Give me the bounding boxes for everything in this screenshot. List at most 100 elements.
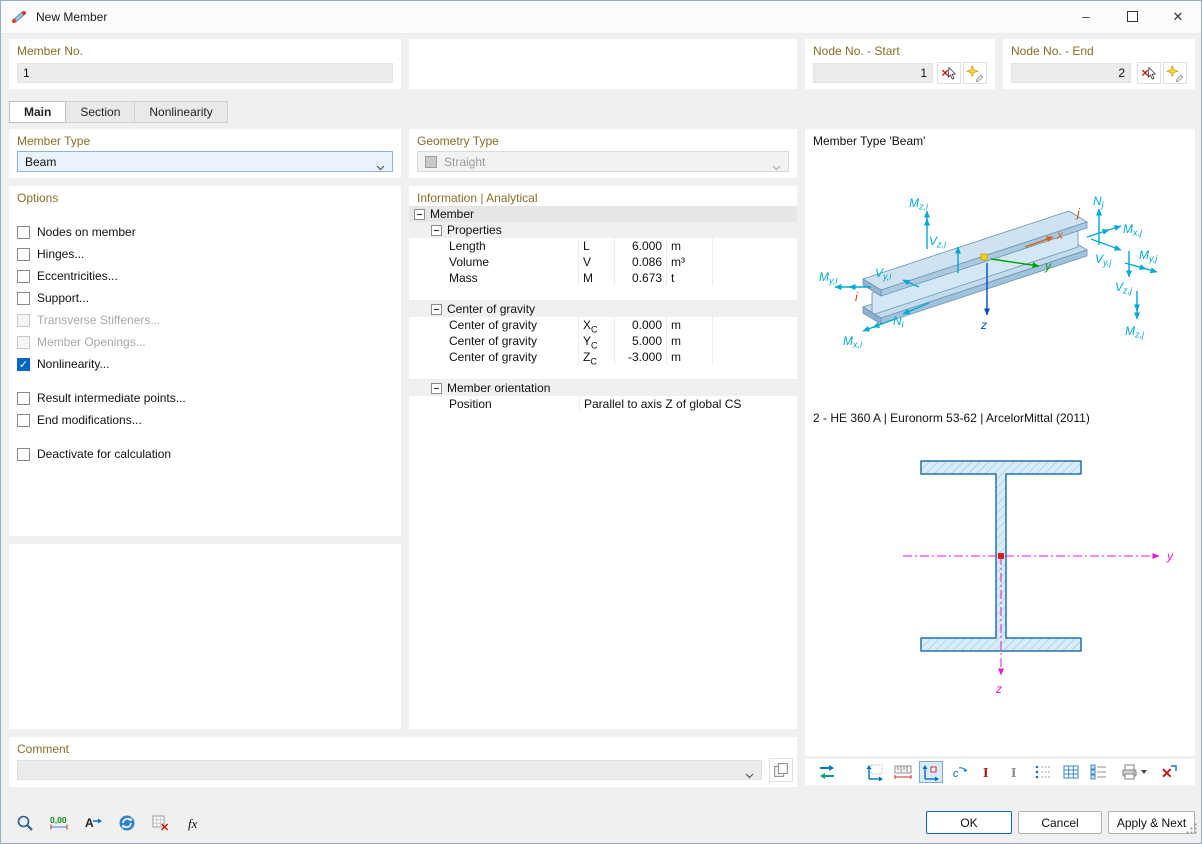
checkbox-icon [17,391,30,405]
label-node-i: i [855,290,858,304]
tree-label: Properties [447,223,502,237]
label-vyi: Vy,i [875,266,892,282]
tree-gap [409,365,797,380]
label-mxj: Mx,j [1123,222,1143,238]
decimal-places-button[interactable]: 0,00 [45,809,73,837]
print-button[interactable] [1115,761,1151,783]
comment-panel: Comment [9,737,797,787]
rotate-section-button[interactable]: c [947,761,971,783]
tree-gap [409,286,797,301]
option-end-modifications[interactable]: End modifications... [17,411,142,429]
node-end-input[interactable] [1011,63,1131,83]
new-node-icon [966,64,984,82]
new-member-dialog: New Member – ✕ Member No. Node No. - Sta… [0,0,1202,844]
option-eccentricities[interactable]: Eccentricities... [17,267,118,285]
label-nj: Nj [1093,194,1105,210]
close-button[interactable]: ✕ [1155,1,1201,32]
tree-row-cog-x: Center of gravity XC 0.000 m [409,317,797,334]
new-node-end-button[interactable] [1163,62,1187,84]
comment-combobox[interactable] [17,760,762,780]
member-type-dropdown[interactable]: Beam [17,151,393,172]
member-type-label: Member Type [17,134,91,148]
node-start-input[interactable] [813,63,933,83]
delete-results-button[interactable]: ✕ [147,809,175,837]
maximize-button[interactable] [1109,1,1155,32]
geometry-type-value: Straight [444,154,486,169]
preview-toolbar: c I I ✕ [805,759,1195,785]
option-result-intermediate-points[interactable]: Result intermediate points... [17,389,186,407]
show-axes-button[interactable] [863,761,887,783]
option-support[interactable]: Support... [17,289,89,307]
tree-label: Member [430,207,475,221]
node-start-panel: Node No. - Start ✕ [805,39,995,89]
option-nodes-on-member[interactable]: Nodes on member [17,223,136,241]
tab-section[interactable]: Section [66,101,136,123]
label-mzj: Mz,j [1125,324,1145,340]
collapse-icon[interactable] [431,382,442,394]
straight-geometry-icon [425,155,437,168]
new-node-start-button[interactable] [963,62,987,84]
tree-label: Center of gravity [447,302,536,316]
checkbox-icon [17,413,30,427]
delete-table-icon: ✕ [152,815,169,833]
information-panel: Information | Analytical Member Properti… [409,186,797,729]
option-transverse-stiffeners: Transverse Stiffeners... [17,311,160,329]
ok-button[interactable]: OK [926,811,1012,834]
apply-next-button[interactable]: Apply & Next [1108,811,1195,834]
label-y-axis: y [1044,259,1052,273]
label-vyj: Vy,j [1095,252,1112,268]
stress-points-button[interactable] [1031,761,1055,783]
close-icon: ✕ [1172,8,1184,24]
cancel-button[interactable]: Cancel [1018,811,1102,834]
reset-view-button[interactable]: ✕ [1157,761,1181,783]
refresh-button[interactable] [113,809,141,837]
beam-3d-view[interactable]: Mz,i Vz,i My,i Vy,i Ni Mx,i Nj Mx,j Vy,j… [807,151,1193,409]
rename-button[interactable]: A [79,809,107,837]
collapse-icon[interactable] [414,208,425,220]
label-mzi: Mz,i [909,196,929,212]
minimize-button[interactable]: – [1063,1,1109,32]
collapse-icon[interactable] [431,224,442,236]
section-solid-button[interactable]: I [1003,761,1027,783]
tab-main[interactable]: Main [9,101,67,123]
option-nonlinearity[interactable]: Nonlinearity... [17,355,109,373]
svg-text:c: c [953,768,959,780]
find-member-button[interactable] [11,809,39,837]
show-dimensions-button[interactable] [891,761,915,783]
member-no-input[interactable] [17,63,393,83]
copy-comment-button[interactable] [769,758,793,782]
tree-row-cog-z: Center of gravity ZC -3.000 m [409,349,797,366]
i-section-red-icon: I [983,766,988,781]
label-vzi: Vz,i [929,234,947,250]
information-label: Information | Analytical [417,191,538,205]
tree-row-cog-y: Center of gravity YC 5.000 m [409,333,797,350]
top-empty-panel [409,39,797,89]
local-axes-icon [922,765,939,781]
formula-button[interactable]: fx [181,809,209,837]
i-section-gray-icon: I [1011,766,1016,781]
cross-section-view[interactable]: y z [807,431,1193,741]
show-local-axes-button[interactable] [919,761,943,783]
label-x-axis: x [1056,228,1064,242]
app-icon [12,11,26,23]
option-hinges[interactable]: Hinges... [17,245,84,263]
label-section-z: z [995,682,1002,696]
centroid-marker [980,253,988,261]
numbering-button[interactable] [1087,761,1111,783]
tab-nonlinearity[interactable]: Nonlinearity [135,101,228,123]
option-deactivate-for-calculation[interactable]: Deactivate for calculation [17,445,171,463]
axes-icon [866,764,883,781]
collapse-icon[interactable] [431,303,442,315]
checkbox-icon [17,269,30,283]
grid-button[interactable] [1059,761,1083,783]
tree-row-member-orientation: Member orientation [409,380,797,396]
pick-node-end-button[interactable]: ✕ [1137,62,1161,84]
pick-node-start-button[interactable]: ✕ [937,62,961,84]
titlebar: New Member – ✕ [1,1,1201,34]
resize-grip[interactable] [1185,822,1198,840]
section-outline-button[interactable]: I [975,761,999,783]
render-mode-button[interactable] [815,761,839,783]
svg-text:0,00: 0,00 [50,815,67,825]
left-empty-panel [9,544,401,729]
geometry-type-label: Geometry Type [417,134,499,148]
